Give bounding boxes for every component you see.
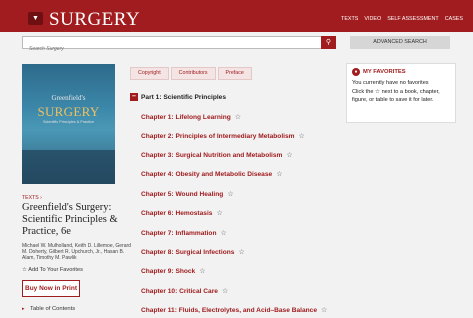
chapter-item[interactable]: Chapter 2: Principles of Intermediary Me… xyxy=(141,132,305,140)
advanced-search-button[interactable]: ADVANCED SEARCH xyxy=(350,36,450,49)
top-bar: ▼ SURGERY TEXTS VIDEO SELF ASSESSMENT CA… xyxy=(0,0,473,32)
part-label: Part 1: Scientific Principles xyxy=(141,93,227,101)
favorites-empty-text: You currently have no favorites xyxy=(352,80,429,86)
cover-subtitle-text: Scientific Principles & Practice xyxy=(42,120,95,124)
nav-cases[interactable]: CASES xyxy=(445,16,463,22)
brand-title[interactable]: SURGERY xyxy=(49,9,140,31)
star-icon[interactable]: ☆ xyxy=(222,288,228,295)
star-icon[interactable]: ☆ xyxy=(276,171,282,178)
chapter-link[interactable]: Chapter 3: Surgical Nutrition and Metabo… xyxy=(141,152,282,159)
chevron-right-icon: ▸ xyxy=(22,306,25,312)
star-icon[interactable]: ☆ xyxy=(321,307,327,314)
chapter-link[interactable]: Chapter 6: Hemostasis xyxy=(141,210,212,217)
star-icon[interactable]: ☆ xyxy=(220,230,226,237)
chapter-link[interactable]: Chapter 10: Critical Care xyxy=(141,288,218,295)
chapter-item[interactable]: Chapter 6: Hemostasis ☆ xyxy=(141,209,223,217)
star-icon[interactable]: ☆ xyxy=(286,152,292,159)
tab-copyright[interactable]: Copyright xyxy=(130,67,169,80)
search-icon[interactable]: ⚲ xyxy=(321,36,336,49)
chapter-link[interactable]: Chapter 1: Lifelong Learning xyxy=(141,114,231,121)
chapter-item[interactable]: Chapter 4: Obesity and Metabolic Disease… xyxy=(141,170,282,178)
add-to-favorites-label: Add To Your Favorites xyxy=(28,267,83,273)
collapse-toggle-icon[interactable]: – xyxy=(130,93,138,101)
table-of-contents-link[interactable]: ▸ Table of Contents xyxy=(22,306,75,312)
front-matter-tabs: Copyright Contributors Preface xyxy=(130,67,252,80)
star-icon[interactable]: ☆ xyxy=(235,114,241,121)
chapter-item[interactable]: Chapter 1: Lifelong Learning ☆ xyxy=(141,113,241,121)
user-icon: ● xyxy=(352,68,360,76)
toc-label: Table of Contents xyxy=(30,306,76,312)
chapter-link[interactable]: Chapter 9: Shock xyxy=(141,268,195,275)
chapter-link[interactable]: Chapter 11: Fluids, Electrolytes, and Ac… xyxy=(141,307,317,314)
book-cover-image: Greenfield's SURGERY Scientific Principl… xyxy=(22,64,115,184)
tab-preface[interactable]: Preface xyxy=(217,67,252,80)
favorites-heading: ● MY FAVORITES xyxy=(352,68,406,76)
chapter-item[interactable]: Chapter 8: Surgical Infections ☆ xyxy=(141,248,245,256)
star-icon[interactable]: ☆ xyxy=(199,268,205,275)
nav-texts[interactable]: TEXTS xyxy=(341,16,358,22)
search-input[interactable] xyxy=(23,43,321,55)
chapter-item[interactable]: Chapter 7: Inflammation ☆ xyxy=(141,229,227,237)
chapter-link[interactable]: Chapter 5: Wound Healing xyxy=(141,191,223,198)
book-title: Greenfield's Surgery: Scientific Princip… xyxy=(22,202,118,237)
cover-band xyxy=(22,150,115,184)
chapter-link[interactable]: Chapter 2: Principles of Intermediary Me… xyxy=(141,133,295,140)
part-heading[interactable]: – Part 1: Scientific Principles xyxy=(130,93,226,101)
chevron-down-icon[interactable]: ▼ xyxy=(28,12,43,25)
section-label[interactable]: TEXTS › xyxy=(22,195,42,201)
top-nav: TEXTS VIDEO SELF ASSESSMENT CASES xyxy=(341,16,463,22)
favorites-help-text: Click the ☆ next to a book, chapter, fig… xyxy=(352,89,440,103)
star-icon[interactable]: ☆ xyxy=(216,210,222,217)
nav-video[interactable]: VIDEO xyxy=(364,16,381,22)
tab-contributors[interactable]: Contributors xyxy=(170,67,216,80)
chapter-link[interactable]: Chapter 7: Inflammation xyxy=(141,230,216,237)
star-icon[interactable]: ☆ xyxy=(299,133,305,140)
chapter-item[interactable]: Chapter 5: Wound Healing ☆ xyxy=(141,190,234,198)
book-authors: Michael W. Mulholland, Keith D. Lillemoe… xyxy=(22,243,131,262)
chapter-item[interactable]: Chapter 11: Fluids, Electrolytes, and Ac… xyxy=(141,306,327,314)
buy-now-button[interactable]: Buy Now in Print xyxy=(22,280,80,297)
chapter-item[interactable]: Chapter 9: Shock ☆ xyxy=(141,267,206,275)
favorites-heading-label: MY FAVORITES xyxy=(363,69,406,75)
chapter-link[interactable]: Chapter 4: Obesity and Metabolic Disease xyxy=(141,171,272,178)
chapter-item[interactable]: Chapter 10: Critical Care ☆ xyxy=(141,287,228,295)
star-icon[interactable]: ☆ xyxy=(227,191,233,198)
search-bar xyxy=(22,36,322,55)
add-to-favorites-link[interactable]: ☆ Add To Your Favorites xyxy=(22,267,83,273)
nav-self-assessment[interactable]: SELF ASSESSMENT xyxy=(387,16,439,22)
cover-title-text: SURGERY xyxy=(37,104,100,119)
star-icon[interactable]: ☆ xyxy=(238,249,244,256)
favorites-panel: ● MY FAVORITES You currently have no fav… xyxy=(346,63,456,123)
chapter-link[interactable]: Chapter 8: Surgical Infections xyxy=(141,249,234,256)
chapter-item[interactable]: Chapter 3: Surgical Nutrition and Metabo… xyxy=(141,151,293,159)
star-icon: ☆ xyxy=(22,267,28,273)
cover-top-text: Greenfield's xyxy=(51,94,86,102)
